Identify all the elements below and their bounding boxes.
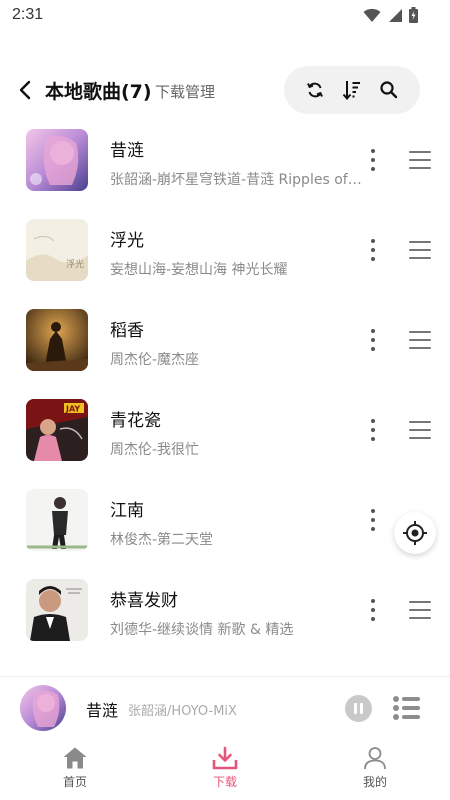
search-button[interactable] (375, 76, 403, 104)
bottom-nav: 首页 下载 我的 (0, 738, 450, 800)
song-title: 恭喜发财 (110, 591, 178, 611)
download-icon (212, 746, 238, 770)
song-subtitle: 周杰伦-魔杰座 (110, 352, 200, 368)
locate-current-song-button[interactable] (394, 512, 436, 554)
more-options-button[interactable] (362, 504, 384, 536)
now-playing-title: 昔涟 (86, 701, 119, 720)
playlist-button[interactable] (392, 695, 420, 721)
toolbar (284, 66, 420, 114)
more-options-button[interactable] (362, 324, 384, 356)
nav-label: 我的 (362, 775, 387, 789)
album-cover-image (26, 129, 88, 191)
back-button[interactable] (14, 78, 38, 102)
page-title: 本地歌曲(7) (45, 81, 152, 103)
song-title: 青花瓷 (110, 411, 161, 431)
album-cover: JAY (26, 399, 88, 461)
download-manage-link[interactable]: 下载管理 (155, 81, 215, 102)
song-row[interactable]: 恭喜发财 刘德华-继续谈情 新歌 & 精选 (0, 574, 450, 664)
now-playing-cover-image (20, 685, 66, 731)
song-row[interactable]: 昔涟 张韶涵-崩坏星穹铁道-昔涟 Ripples of Past Reverie (0, 124, 450, 214)
song-subtitle: 林俊杰-第二天堂 (110, 532, 214, 548)
drag-handle-icon[interactable] (409, 421, 431, 439)
song-title: 稻香 (110, 321, 144, 341)
back-arrow-icon (19, 80, 31, 100)
pause-icon (354, 703, 357, 714)
sort-button[interactable] (338, 76, 366, 104)
song-subtitle: 张韶涵-崩坏星穹铁道-昔涟 Ripples of Past Reverie (110, 172, 362, 188)
song-title: 浮光 (110, 231, 144, 251)
song-title: 昔涟 (110, 141, 144, 161)
more-options-button[interactable] (362, 414, 384, 446)
refresh-icon (306, 82, 323, 98)
album-cover-image (26, 489, 88, 551)
now-playing-artist: 张韶涵/HOYO-MiX (128, 704, 237, 719)
song-row[interactable]: 稻香 周杰伦-魔杰座 (0, 304, 450, 394)
more-options-button[interactable] (362, 594, 384, 626)
status-bar: 2:31 (0, 0, 450, 32)
song-row[interactable]: 浮光 浮光 妄想山海-妄想山海 神光长耀 (0, 214, 450, 304)
album-cover (26, 309, 88, 371)
more-options-button[interactable] (362, 144, 384, 176)
playlist-icon (393, 696, 420, 720)
drag-handle-icon[interactable] (409, 241, 431, 259)
song-title: 江南 (110, 501, 144, 521)
drag-handle-icon[interactable] (409, 601, 431, 619)
search-icon (380, 81, 398, 99)
nav-label: 首页 (62, 775, 87, 789)
album-cover-image: 浮光 (26, 219, 88, 281)
nav-profile[interactable]: 我的 (300, 738, 450, 800)
album-cover-text: 浮光 (66, 258, 84, 270)
song-subtitle: 刘德华-继续谈情 新歌 & 精选 (110, 622, 294, 638)
profile-icon (364, 747, 386, 770)
song-subtitle: 妄想山海-妄想山海 神光长耀 (110, 262, 288, 278)
album-cover-image (26, 309, 88, 371)
signal-icon (389, 8, 402, 22)
status-time: 2:31 (12, 6, 44, 23)
nav-download[interactable]: 下载 (150, 738, 300, 800)
pause-button[interactable] (345, 695, 372, 722)
album-cover-image (26, 579, 88, 641)
battery-icon (409, 7, 418, 23)
home-icon (63, 747, 87, 769)
album-cover (26, 129, 88, 191)
album-cover-image: JAY (26, 399, 88, 461)
song-row[interactable]: 江南 林俊杰-第二天堂 (0, 484, 450, 574)
nav-label: 下载 (212, 775, 237, 789)
drag-handle-icon[interactable] (409, 331, 431, 349)
refresh-button[interactable] (301, 76, 329, 104)
album-cover (26, 489, 88, 551)
status-icons (363, 7, 418, 23)
nav-home[interactable]: 首页 (0, 738, 150, 800)
now-playing-cover (20, 685, 66, 731)
more-options-button[interactable] (362, 234, 384, 266)
album-cover (26, 579, 88, 641)
song-subtitle: 周杰伦-我很忙 (110, 442, 200, 458)
sort-icon (342, 81, 360, 101)
drag-handle-icon[interactable] (409, 151, 431, 169)
header: 本地歌曲(7) 下载管理 (0, 64, 450, 116)
locate-icon (403, 521, 427, 545)
album-cover: 浮光 (26, 219, 88, 281)
song-row[interactable]: JAY 青花瓷 周杰伦-我很忙 (0, 394, 450, 484)
album-cover-text: JAY (65, 405, 80, 414)
wifi-icon (363, 8, 381, 22)
mini-player[interactable]: 昔涟 张韶涵/HOYO-MiX (0, 676, 450, 738)
song-list: 昔涟 张韶涵-崩坏星穹铁道-昔涟 Ripples of Past Reverie… (0, 124, 450, 664)
